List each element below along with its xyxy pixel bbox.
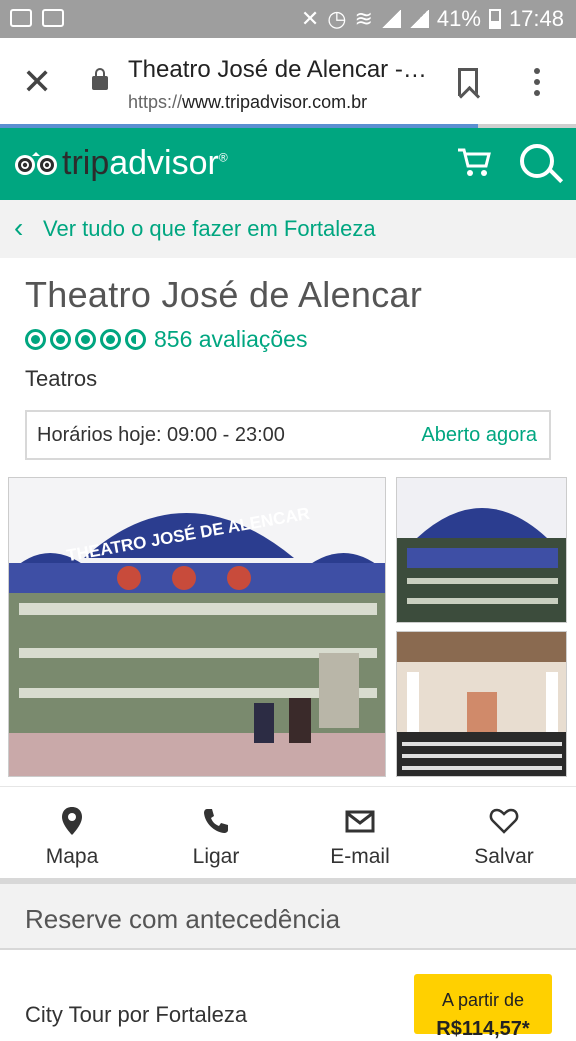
email-label: E-mail xyxy=(330,845,390,868)
call-button[interactable]: Ligar xyxy=(144,787,288,879)
opening-hours-box[interactable]: Horários hoje: 09:00 - 23:00 Aberto agor… xyxy=(25,410,551,460)
price-from-label: A partir de xyxy=(441,990,525,1010)
site-header: tripadvisor® xyxy=(0,128,576,200)
facade-illustration: THEATRO JOSÉ DE ALENCAR xyxy=(9,478,385,776)
url-domain: www.tripadvisor.com.br xyxy=(182,92,368,112)
clock: 17:48 xyxy=(508,6,564,31)
battery-percent: 41% xyxy=(436,6,481,31)
owl-logo-icon[interactable] xyxy=(14,152,58,176)
main-photo-facade[interactable]: THEATRO JOSÉ DE ALENCAR xyxy=(8,477,386,777)
url-prefix: https:// xyxy=(128,92,183,112)
tour-price-button[interactable]: A partir de R$114,57* xyxy=(414,974,552,1040)
rating-bubble-icon xyxy=(50,329,71,350)
signal-icon-2 xyxy=(408,10,429,28)
status-bar: ✕ ◷ ≋ 41% 17:48 xyxy=(0,0,576,38)
reserve-section-header: Reserve com antecedência xyxy=(0,884,576,950)
back-to-fortaleza-link[interactable]: ‹ Ver tudo o que fazer em Fortaleza xyxy=(0,200,576,258)
close-icon[interactable]: ✕ xyxy=(22,62,52,102)
call-label: Ligar xyxy=(192,845,240,868)
thumb-photo-hall[interactable] xyxy=(396,631,567,777)
wifi-icon: ≋ xyxy=(354,6,373,31)
phone-icon xyxy=(204,809,228,833)
thumb-facade-illustration xyxy=(397,478,566,622)
alarm-icon: ◷ xyxy=(327,6,347,31)
back-link-label: Ver tudo o que fazer em Fortaleza xyxy=(43,216,376,241)
browser-toolbar: ✕ Theatro José de Alencar - Fortaleza ht… xyxy=(0,38,576,128)
mail-icon xyxy=(345,810,375,833)
youtube-notification-icon xyxy=(42,9,64,27)
gallery-notification-icon xyxy=(10,9,32,27)
browser-page-title: Theatro José de Alencar - Fortaleza xyxy=(128,56,428,83)
thumb-hall-illustration xyxy=(397,632,566,776)
battery-icon xyxy=(488,9,501,29)
rating-half-bubble-icon xyxy=(125,329,146,350)
rating-bubble-icon xyxy=(100,329,121,350)
tour-list-item[interactable]: City Tour por Fortaleza A partir de R$11… xyxy=(0,950,576,1040)
thumb-photo-facade[interactable] xyxy=(396,477,567,623)
map-label: Mapa xyxy=(45,845,99,868)
overflow-menu-icon[interactable] xyxy=(534,68,540,96)
email-button[interactable]: E-mail xyxy=(288,787,432,879)
mute-icon: ✕ xyxy=(300,6,320,31)
page-title: Theatro José de Alencar xyxy=(25,274,423,315)
chevron-left-icon: ‹ xyxy=(14,212,24,243)
bookmark-icon[interactable] xyxy=(458,68,478,96)
save-label: Salvar xyxy=(474,845,534,868)
tripadvisor-logo[interactable]: tripadvisor® xyxy=(62,144,228,183)
tour-name[interactable]: City Tour por Fortaleza xyxy=(25,1002,247,1028)
category-label[interactable]: Teatros xyxy=(25,366,97,392)
review-count-link[interactable]: 856 avaliações xyxy=(154,326,307,353)
rating-bubble-icon xyxy=(25,329,46,350)
map-button[interactable]: Mapa xyxy=(0,787,144,879)
hours-today: Horários hoje: 09:00 - 23:00 xyxy=(37,424,285,446)
save-button[interactable]: Salvar xyxy=(432,787,576,879)
signal-icon xyxy=(380,10,401,28)
browser-url[interactable]: https://www.tripadvisor.com.br xyxy=(128,92,367,113)
map-pin-icon xyxy=(62,807,82,835)
cart-icon[interactable] xyxy=(456,146,492,178)
rating-row[interactable]: 856 avaliações xyxy=(25,326,307,353)
search-icon[interactable] xyxy=(520,144,554,178)
action-bar: Mapa Ligar E-mail Salvar xyxy=(0,786,576,879)
tour-price: R$114,57* xyxy=(436,1018,530,1040)
open-status: Aberto agora xyxy=(421,424,537,446)
lock-icon xyxy=(92,68,108,90)
heart-icon xyxy=(489,808,519,834)
reserve-title: Reserve com antecedência xyxy=(25,904,341,934)
rating-bubble-icon xyxy=(75,329,96,350)
